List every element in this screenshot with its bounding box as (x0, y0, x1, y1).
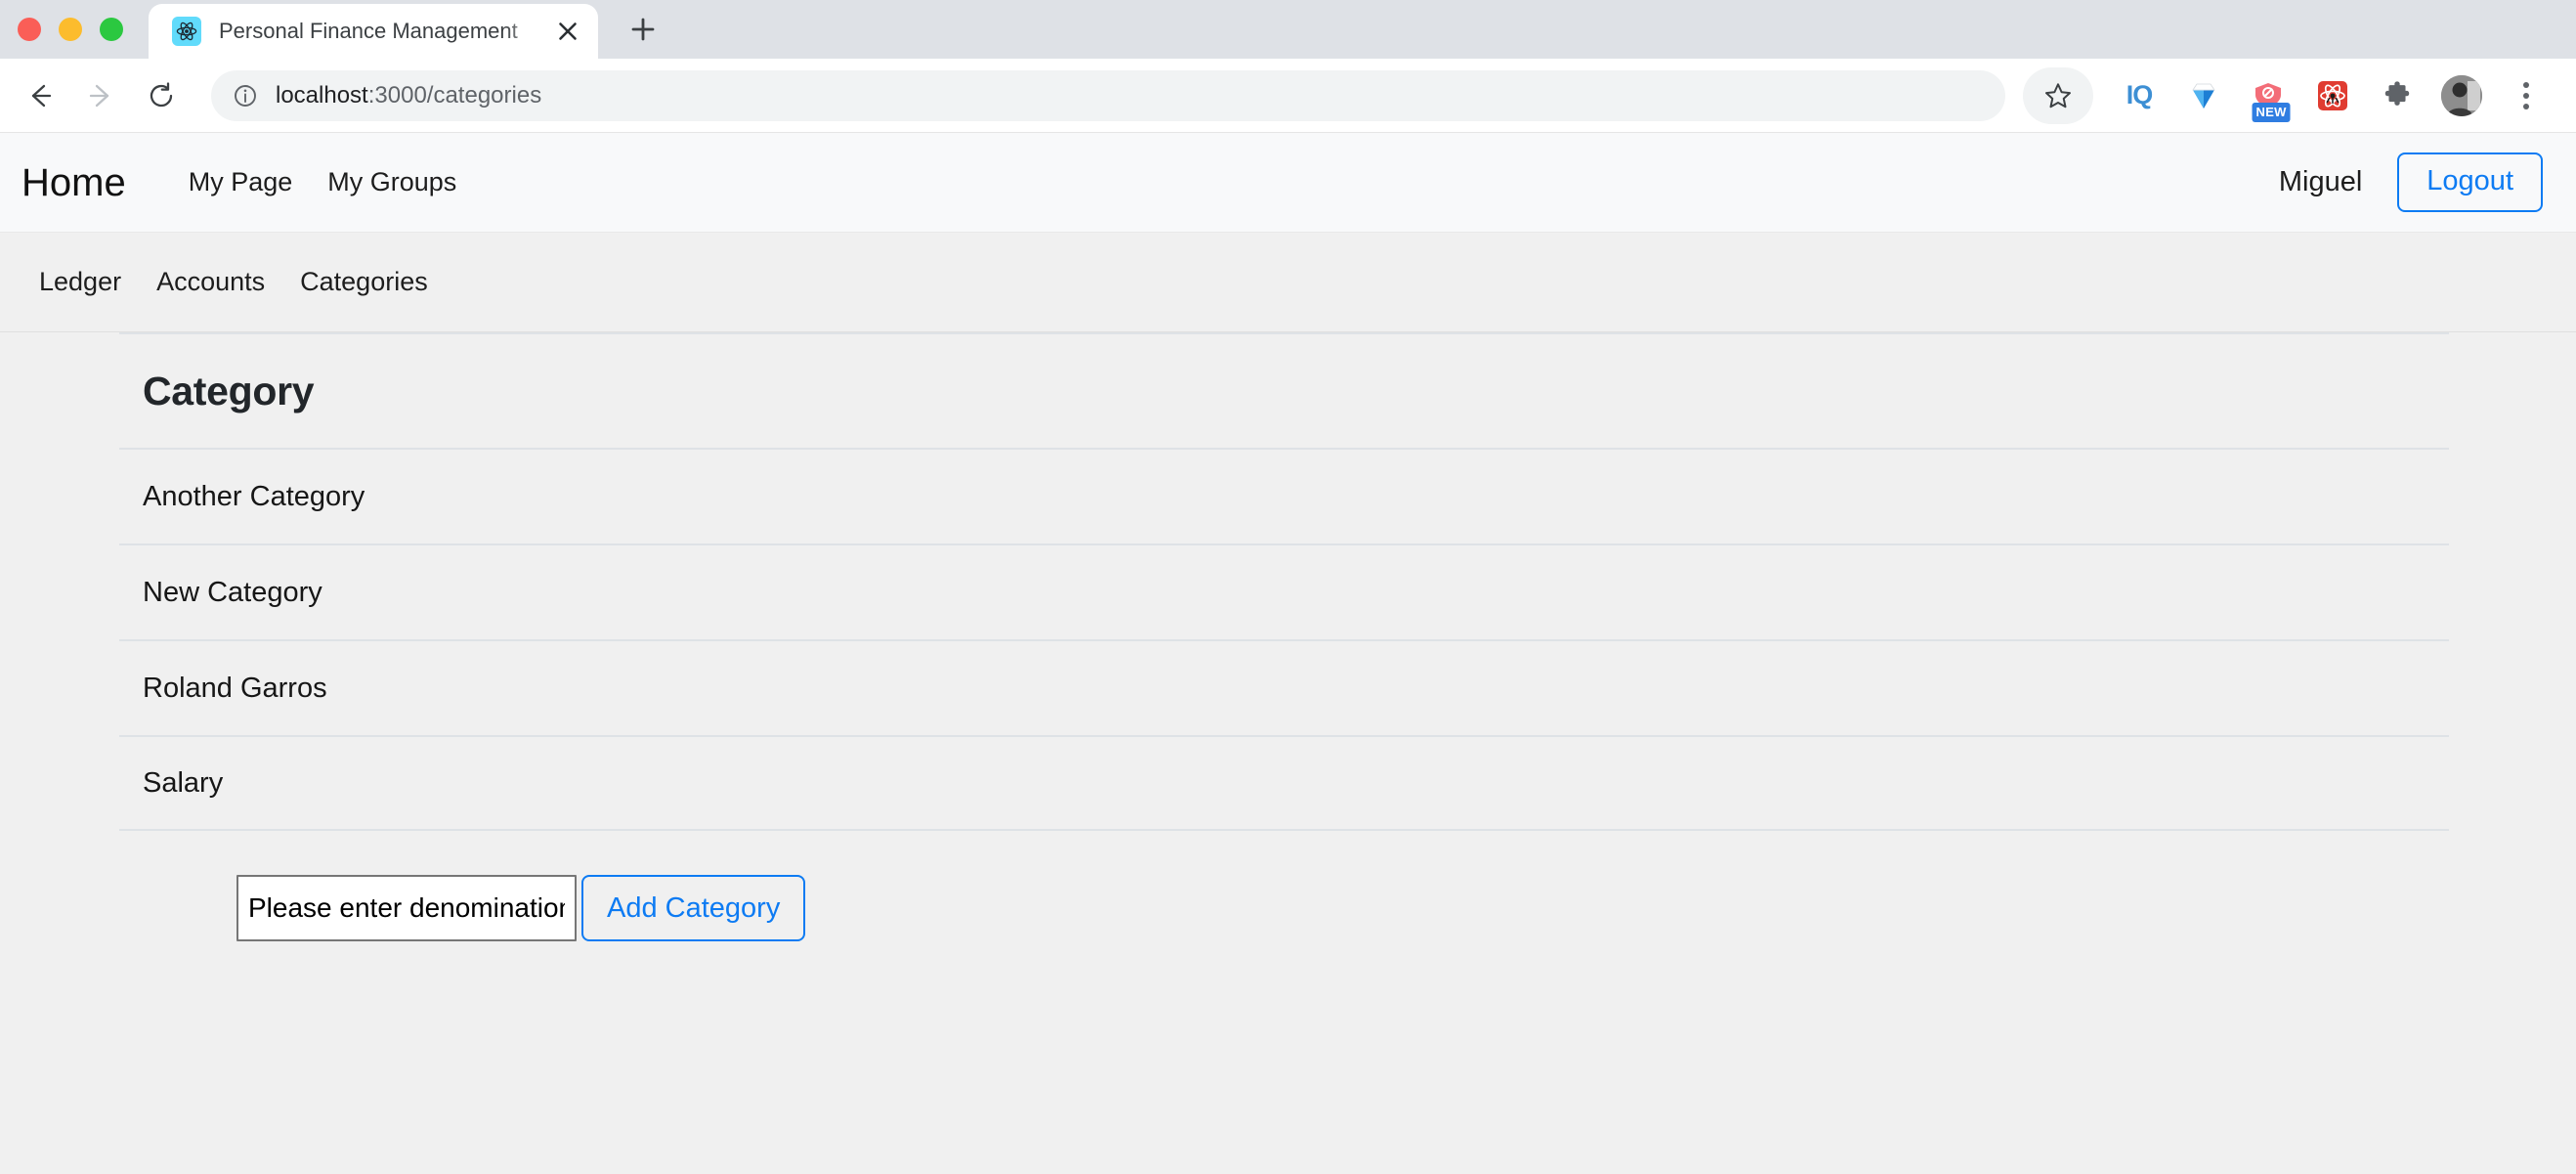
list-item[interactable]: New Category (119, 544, 2449, 639)
tab-strip: Personal Finance Management (0, 0, 2576, 59)
list-item[interactable]: Roland Garros (119, 639, 2449, 735)
page-viewport: Home My Page My Groups Miguel Logout Led… (0, 133, 2576, 1174)
app-subnav: Ledger Accounts Categories (0, 233, 2576, 332)
close-window-button[interactable] (18, 18, 41, 41)
current-username: Miguel (2278, 166, 2363, 197)
subnav-link-accounts[interactable]: Accounts (139, 269, 282, 295)
forward-button[interactable] (70, 65, 131, 126)
url-host: localhost (276, 81, 368, 109)
shield-extension-icon[interactable]: NEW (2240, 67, 2297, 124)
browser-window: Personal Finance Management localhost:30… (0, 0, 2576, 1174)
react-logo-icon (172, 17, 201, 46)
shield-extension-badge: NEW (2252, 102, 2291, 122)
close-tab-button[interactable] (551, 15, 584, 48)
add-category-button[interactable]: Add Category (581, 875, 806, 941)
tab-title: Personal Finance Management (219, 19, 518, 43)
browser-tab[interactable]: Personal Finance Management (149, 4, 598, 59)
app-navbar: Home My Page My Groups Miguel Logout (0, 133, 2576, 233)
add-category-form: Add Category (119, 831, 2449, 941)
maximize-window-button[interactable] (100, 18, 123, 41)
main-content: Category Another Category New Category R… (0, 332, 2576, 941)
navbar-brand-home[interactable]: Home (21, 163, 126, 202)
diamond-extension-icon[interactable] (2175, 67, 2232, 124)
list-item[interactable]: Salary (119, 735, 2449, 831)
page-title: Category (119, 332, 2449, 448)
browser-toolbar: localhost:3000/categories IQ NEW (0, 59, 2576, 133)
avatar (2441, 74, 2482, 116)
profile-avatar[interactable] (2433, 67, 2490, 124)
logout-button[interactable]: Logout (2397, 152, 2543, 212)
iq-extension-icon[interactable]: IQ (2111, 67, 2168, 124)
star-icon[interactable] (2023, 66, 2093, 124)
navbar-links: My Page My Groups (171, 169, 475, 196)
content-container: Category Another Category New Category R… (0, 332, 2576, 941)
url-text: localhost:3000/categories (276, 82, 541, 109)
react-devtools-icon[interactable] (2304, 67, 2361, 124)
navbar-right: Miguel Logout (2279, 152, 2543, 212)
subnav-link-ledger[interactable]: Ledger (21, 269, 139, 295)
minimize-window-button[interactable] (59, 18, 82, 41)
list-item[interactable]: Another Category (119, 448, 2449, 544)
reload-button[interactable] (131, 65, 192, 126)
category-name-input[interactable] (236, 875, 577, 941)
nav-link-my-page[interactable]: My Page (171, 169, 311, 196)
chrome-menu-icon[interactable] (2498, 67, 2555, 124)
url-path: :3000/categories (367, 81, 542, 109)
address-bar[interactable]: localhost:3000/categories (211, 69, 2005, 121)
window-controls (18, 0, 149, 59)
category-list: Category Another Category New Category R… (119, 332, 2449, 831)
extension-tray: IQ NEW (2019, 66, 2558, 124)
puzzle-extensions-icon[interactable] (2369, 67, 2426, 124)
subnav-link-categories[interactable]: Categories (282, 269, 446, 295)
three-dot-glyph (2523, 81, 2529, 109)
new-tab-button[interactable] (616, 2, 670, 57)
nav-link-my-groups[interactable]: My Groups (310, 169, 474, 196)
back-button[interactable] (10, 65, 70, 126)
site-info-icon[interactable] (233, 83, 258, 109)
